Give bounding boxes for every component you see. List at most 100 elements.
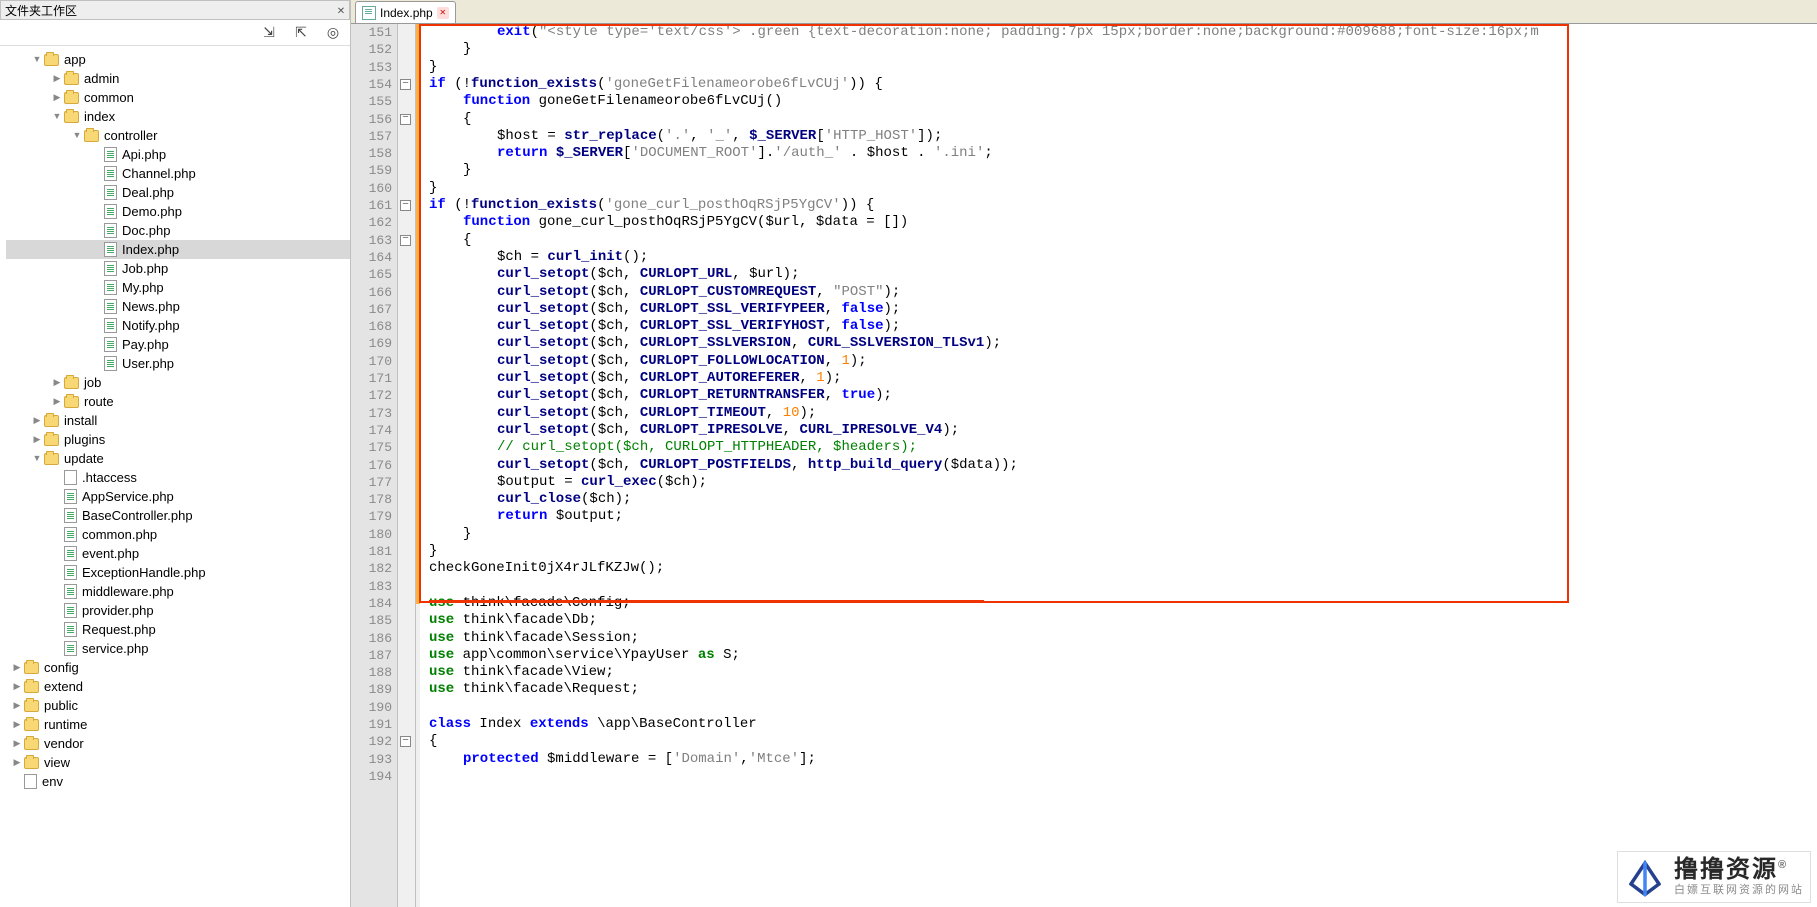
twisty-icon[interactable] xyxy=(30,50,44,69)
fold-toggle-icon[interactable] xyxy=(400,200,411,211)
twisty-icon[interactable] xyxy=(10,734,24,753)
code-line[interactable]: { xyxy=(429,232,471,249)
expand-icon[interactable]: ⇱ xyxy=(292,24,310,42)
code-line[interactable]: $ch = curl_init(); xyxy=(429,249,648,266)
twisty-icon[interactable] xyxy=(50,107,64,126)
tree-file[interactable]: News.php xyxy=(6,297,350,316)
code-line[interactable]: function goneGetFilenameorobe6fLvCUj() xyxy=(429,93,782,110)
tree-folder[interactable]: update xyxy=(6,449,350,468)
twisty-icon[interactable] xyxy=(50,69,64,88)
code-line[interactable]: } xyxy=(429,59,437,76)
code-line[interactable]: curl_setopt($ch, CURLOPT_SSLVERSION, CUR… xyxy=(429,335,1001,352)
code-line[interactable]: curl_setopt($ch, CURLOPT_SSL_VERIFYPEER,… xyxy=(429,301,900,318)
code-line[interactable]: } xyxy=(429,180,437,197)
tree-file[interactable]: service.php xyxy=(6,639,350,658)
tree-file[interactable]: Channel.php xyxy=(6,164,350,183)
fold-toggle-icon[interactable] xyxy=(400,736,411,747)
tree-folder[interactable]: controller xyxy=(6,126,350,145)
tree-file[interactable]: Doc.php xyxy=(6,221,350,240)
tree-folder[interactable]: runtime xyxy=(6,715,350,734)
tree-file[interactable]: Index.php xyxy=(6,240,350,259)
tree-file[interactable]: User.php xyxy=(6,354,350,373)
code-line[interactable]: curl_setopt($ch, CURLOPT_FOLLOWLOCATION,… xyxy=(429,353,867,370)
code-line[interactable]: } xyxy=(429,526,471,543)
tree-file[interactable]: Notify.php xyxy=(6,316,350,335)
twisty-icon[interactable] xyxy=(50,373,64,392)
twisty-icon[interactable] xyxy=(30,449,44,468)
code-line[interactable]: curl_setopt($ch, CURLOPT_SSL_VERIFYHOST,… xyxy=(429,318,900,335)
code-line[interactable]: curl_setopt($ch, CURLOPT_CUSTOMREQUEST, … xyxy=(429,284,900,301)
tree-folder[interactable]: common xyxy=(6,88,350,107)
fold-toggle-icon[interactable] xyxy=(400,79,411,90)
code-line[interactable]: return $_SERVER['DOCUMENT_ROOT'].'/auth_… xyxy=(429,145,993,162)
tree-file[interactable]: middleware.php xyxy=(6,582,350,601)
twisty-icon[interactable] xyxy=(10,753,24,772)
twisty-icon[interactable] xyxy=(10,677,24,696)
code-line[interactable]: exit("<style type='text/css'> .green {te… xyxy=(429,24,1539,41)
code-line[interactable]: } xyxy=(429,162,471,179)
close-icon[interactable] xyxy=(437,7,449,19)
code-line[interactable]: curl_setopt($ch, CURLOPT_AUTOREFERER, 1)… xyxy=(429,370,842,387)
twisty-icon[interactable] xyxy=(50,392,64,411)
tree-file[interactable]: event.php xyxy=(6,544,350,563)
twisty-icon[interactable] xyxy=(10,696,24,715)
tree-file[interactable]: My.php xyxy=(6,278,350,297)
tree-file[interactable]: .htaccess xyxy=(6,468,350,487)
code-line[interactable]: $host = str_replace('.', '_', $_SERVER['… xyxy=(429,128,942,145)
code-line[interactable]: use think\facade\Request; xyxy=(429,681,639,698)
tree-file[interactable]: Pay.php xyxy=(6,335,350,354)
tree-folder[interactable]: job xyxy=(6,373,350,392)
code-line[interactable]: $output = curl_exec($ch); xyxy=(429,474,707,491)
code-line[interactable]: curl_setopt($ch, CURLOPT_POSTFIELDS, htt… xyxy=(429,457,1018,474)
code-line[interactable]: use think\facade\Session; xyxy=(429,630,639,647)
code-line[interactable]: use think\facade\Config; xyxy=(429,595,631,612)
tree-folder[interactable]: app xyxy=(6,50,350,69)
tree-file[interactable]: provider.php xyxy=(6,601,350,620)
tree-file[interactable]: BaseController.php xyxy=(6,506,350,525)
tree-folder[interactable]: vendor xyxy=(6,734,350,753)
tree-file[interactable]: common.php xyxy=(6,525,350,544)
tree-folder[interactable]: index xyxy=(6,107,350,126)
tree-file[interactable]: AppService.php xyxy=(6,487,350,506)
code-line[interactable]: curl_close($ch); xyxy=(429,491,631,508)
tree-folder[interactable]: install xyxy=(6,411,350,430)
code-line[interactable]: curl_setopt($ch, CURLOPT_RETURNTRANSFER,… xyxy=(429,387,892,404)
fold-toggle-icon[interactable] xyxy=(400,114,411,125)
tree-folder[interactable]: route xyxy=(6,392,350,411)
file-tree[interactable]: appadmincommonindexcontrollerApi.phpChan… xyxy=(0,46,350,907)
code-line[interactable]: } xyxy=(429,543,437,560)
tree-folder[interactable]: extend xyxy=(6,677,350,696)
fold-toggle-icon[interactable] xyxy=(400,235,411,246)
tree-file[interactable]: Demo.php xyxy=(6,202,350,221)
code-line[interactable]: protected $middleware = ['Domain','Mtce'… xyxy=(429,751,816,768)
tree-file[interactable]: Deal.php xyxy=(6,183,350,202)
tree-file[interactable]: ExceptionHandle.php xyxy=(6,563,350,582)
code-line[interactable]: use app\common\service\YpayUser as S; xyxy=(429,647,740,664)
code-line[interactable]: curl_setopt($ch, CURLOPT_TIMEOUT, 10); xyxy=(429,405,816,422)
twisty-icon[interactable] xyxy=(70,126,84,145)
code-line[interactable]: checkGoneInit0jX4rJLfKZJw(); xyxy=(429,560,664,577)
code-line[interactable]: if (!function_exists('goneGetFilenameoro… xyxy=(429,76,883,93)
code-line[interactable]: if (!function_exists('gone_curl_posthOqR… xyxy=(429,197,874,214)
code-line[interactable]: curl_setopt($ch, CURLOPT_IPRESOLVE, CURL… xyxy=(429,422,959,439)
code-line[interactable]: class Index extends \app\BaseController xyxy=(429,716,757,733)
tree-folder[interactable]: public xyxy=(6,696,350,715)
code-line[interactable]: curl_setopt($ch, CURLOPT_URL, $url); xyxy=(429,266,799,283)
tree-file[interactable]: env xyxy=(6,772,350,791)
code-line[interactable]: } xyxy=(429,41,471,58)
tree-file[interactable]: Api.php xyxy=(6,145,350,164)
code-line[interactable]: use think\facade\View; xyxy=(429,664,614,681)
tree-folder[interactable]: admin xyxy=(6,69,350,88)
code-line[interactable]: function gone_curl_posthOqRSjP5YgCV($url… xyxy=(429,214,908,231)
code-line[interactable]: { xyxy=(429,733,437,750)
tree-folder[interactable]: view xyxy=(6,753,350,772)
close-icon[interactable] xyxy=(333,3,349,17)
code-line[interactable]: // curl_setopt($ch, CURLOPT_HTTPHEADER, … xyxy=(429,439,917,456)
code-line[interactable]: return $output; xyxy=(429,508,623,525)
tree-folder[interactable]: config xyxy=(6,658,350,677)
tree-folder[interactable]: plugins xyxy=(6,430,350,449)
code-line[interactable]: { xyxy=(429,111,471,128)
twisty-icon[interactable] xyxy=(10,658,24,677)
code-editor[interactable]: 151exit("<style type='text/css'> .green … xyxy=(351,24,1817,907)
twisty-icon[interactable] xyxy=(50,88,64,107)
